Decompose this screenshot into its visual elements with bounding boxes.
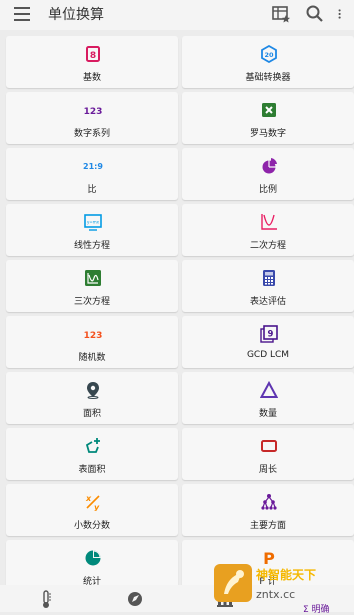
card-perimeter[interactable]: 周长: [182, 428, 354, 480]
card-surface-area[interactable]: 表面积: [6, 428, 178, 480]
card-quadratic-equation[interactable]: 二次方程: [182, 204, 354, 256]
search-icon[interactable]: [305, 4, 325, 24]
base-8-icon: 8: [86, 46, 100, 62]
linear-equation-icon: y=mx: [84, 214, 102, 231]
quadratic-curve-icon: [261, 214, 277, 230]
rectangle-perimeter-icon: [261, 440, 277, 452]
thermometer-tab-icon[interactable]: [34, 588, 58, 610]
svg-text:8: 8: [90, 51, 96, 61]
fraction-xy-icon: x y: [85, 494, 100, 511]
svg-text:20: 20: [264, 51, 274, 59]
card-volume[interactable]: 数量: [182, 372, 354, 424]
card-label: 面积: [82, 409, 101, 419]
card-label: 表达评估: [249, 297, 286, 307]
surface-area-icon: [85, 438, 100, 453]
card-label: 线性方程: [73, 241, 110, 251]
svg-text:9: 9: [268, 330, 274, 340]
tree-factors-icon: [261, 494, 277, 510]
card-ratio[interactable]: 21:9 比: [6, 148, 178, 200]
svg-text:x: x: [85, 494, 92, 503]
card-expression-evaluator[interactable]: 表达评估: [182, 260, 354, 312]
roman-x-icon: [262, 103, 276, 117]
svg-text:21:9: 21:9: [83, 162, 103, 171]
watermark-url: zntx.cc: [256, 588, 296, 601]
page-title: 单位换算: [48, 7, 104, 23]
card-proportion[interactable]: 比例: [182, 148, 354, 200]
cubic-graph-icon: [85, 270, 101, 286]
statistics-pie-icon: [85, 550, 101, 566]
random-123-icon: 123: [84, 331, 103, 341]
card-linear-equation[interactable]: y=mx 线性方程: [6, 204, 178, 256]
pie-proportion-icon: [262, 158, 277, 174]
card-area[interactable]: 面积: [6, 372, 178, 424]
svg-text:123: 123: [84, 107, 103, 117]
svg-text:y=mx: y=mx: [87, 220, 100, 225]
card-label: 数量: [258, 409, 277, 419]
base-20-converter-icon: 20: [261, 45, 277, 63]
card-base[interactable]: 8 基数: [6, 36, 178, 88]
card-label: 表面积: [78, 465, 106, 475]
card-label: 二次方程: [249, 241, 286, 251]
watermark-text: 神智能天下: [256, 568, 317, 582]
card-label: 主要方面: [249, 521, 286, 531]
gcd-9-icon: 9: [260, 325, 278, 343]
card-label: 基础转换器: [245, 73, 291, 83]
card-gcd-lcm[interactable]: 9 GCD LCM: [182, 316, 354, 368]
card-label: 基数: [82, 73, 101, 83]
card-label: 周长: [258, 465, 277, 475]
app-bar: 单位换算: [0, 0, 354, 30]
watermark: 神智能天下 zntx.cc: [212, 560, 350, 610]
card-label: 罗马数字: [249, 129, 286, 139]
svg-text:y: y: [94, 503, 100, 511]
svg-text:123: 123: [84, 331, 103, 341]
ratio-icon: 21:9: [83, 162, 103, 171]
card-decimal-fraction[interactable]: x y 小数分数: [6, 484, 178, 536]
123-series-icon: 123: [84, 107, 103, 117]
compass-tab-icon[interactable]: [123, 588, 147, 610]
more-vert-icon[interactable]: [336, 4, 348, 24]
card-label: 数字系列: [73, 129, 110, 139]
card-label: 小数分数: [73, 521, 110, 531]
card-label: 随机数: [78, 353, 106, 363]
card-number-series[interactable]: 123 数字系列: [6, 92, 178, 144]
card-label: 三次方程: [73, 297, 110, 307]
card-label: 比例: [258, 185, 277, 195]
card-roman-numerals[interactable]: 罗马数字: [182, 92, 354, 144]
card-label: 比: [87, 185, 97, 195]
area-pin-icon: [87, 382, 99, 399]
menu-icon[interactable]: [14, 7, 30, 21]
card-random-number[interactable]: 123 随机数: [6, 316, 178, 368]
watermark-logo-icon: [214, 564, 252, 602]
card-cubic-equation[interactable]: 三次方程: [6, 260, 178, 312]
card-base-converter[interactable]: 20 基础转换器: [182, 36, 354, 88]
grid-star-icon[interactable]: [271, 4, 291, 24]
triangle-volume-icon: [260, 381, 278, 398]
calculator-icon: [263, 270, 275, 286]
card-prime-factors[interactable]: 主要方面: [182, 484, 354, 536]
card-label: GCD LCM: [246, 350, 290, 360]
